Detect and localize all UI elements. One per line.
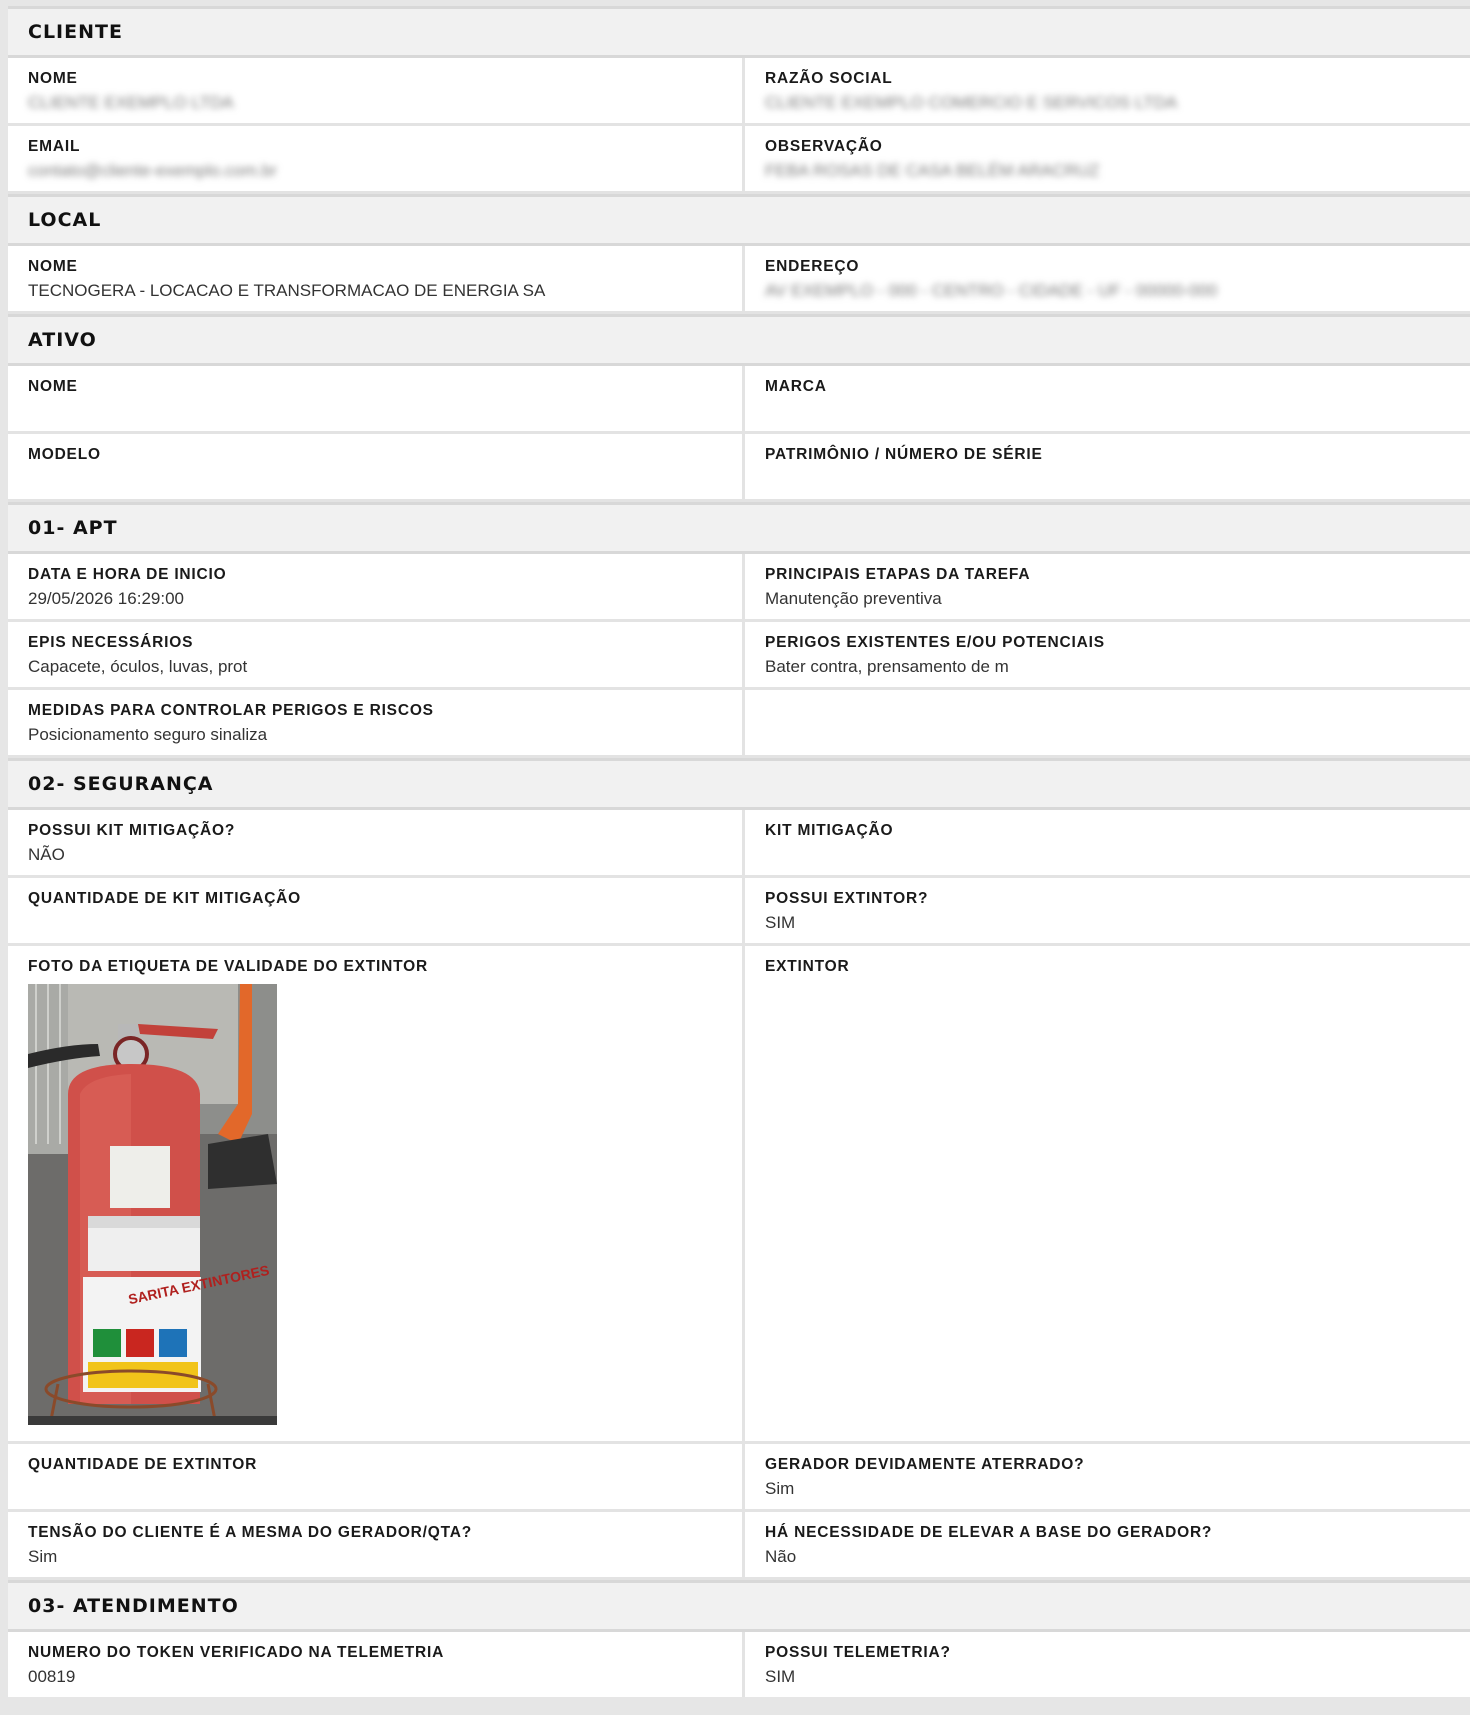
field-label: TENSÃO DO CLIENTE É A MESMA DO GERADOR/Q… <box>28 1524 473 1541</box>
section-atendimento-title: 03- ATENDIMENTO <box>8 1580 1470 1632</box>
seguranca-kit-field: KIT MITIGAÇÃO <box>745 810 1470 875</box>
seguranca-row-4: QUANTIDADE DE EXTINTOR GERADOR DEVIDAMEN… <box>8 1444 1470 1512</box>
field-label: OBSERVAÇÃO <box>765 138 883 155</box>
field-label: EPIS NECESSÁRIOS <box>28 634 194 651</box>
local-row-1: NOME TECNOGERA - LOCACAO E TRANSFORMACAO… <box>8 246 1470 314</box>
field-value: NÃO <box>28 845 65 864</box>
field-label: PATRIMÔNIO / NÚMERO DE SÉRIE <box>765 446 1043 463</box>
field-value: 29/05/2026 16:29:00 <box>28 589 184 608</box>
apt-medidas-field: MEDIDAS PARA CONTROLAR PERIGOS E RISCOS … <box>8 690 745 755</box>
field-label: QUANTIDADE DE KIT MITIGAÇÃO <box>28 890 302 907</box>
field-label: GERADOR DEVIDAMENTE ATERRADO? <box>765 1456 1085 1473</box>
field-label: HÁ NECESSIDADE DE ELEVAR A BASE DO GERAD… <box>765 1524 1213 1541</box>
section-apt-title: 01- APT <box>8 502 1470 554</box>
field-value-redacted: AV EXEMPLO - 000 - CENTRO - CIDADE - UF … <box>765 281 1218 300</box>
atendimento-row-1: NUMERO DO TOKEN VERIFICADO NA TELEMETRIA… <box>8 1632 1470 1697</box>
ativo-patrimonio-field: PATRIMÔNIO / NÚMERO DE SÉRIE <box>745 434 1470 499</box>
field-value-redacted: contato@cliente-exemplo.com.br <box>28 161 277 180</box>
ativo-row-1: NOME MARCA <box>8 366 1470 434</box>
seguranca-foto-field: FOTO DA ETIQUETA DE VALIDADE DO EXTINTOR <box>8 946 745 1441</box>
seguranca-possui-extintor-field: POSSUI EXTINTOR? SIM <box>745 878 1470 943</box>
field-label: MEDIDAS PARA CONTROLAR PERIGOS E RISCOS <box>28 702 434 719</box>
section-cliente-title: CLIENTE <box>8 6 1470 58</box>
field-label: ENDEREÇO <box>765 258 860 275</box>
cliente-razao-field: RAZÃO SOCIAL CLIENTE EXEMPLO COMERCIO E … <box>745 58 1470 123</box>
atendimento-token-field: NUMERO DO TOKEN VERIFICADO NA TELEMETRIA… <box>8 1632 745 1697</box>
seguranca-aterrado-field: GERADOR DEVIDAMENTE ATERRADO? Sim <box>745 1444 1470 1509</box>
field-label: NOME <box>28 258 78 275</box>
field-value: SIM <box>765 1667 796 1686</box>
field-label: RAZÃO SOCIAL <box>765 70 893 87</box>
field-label: POSSUI EXTINTOR? <box>765 890 929 907</box>
field-value: Sim <box>28 1547 58 1566</box>
field-label: PRINCIPAIS ETAPAS DA TAREFA <box>765 566 1031 583</box>
field-label: MODELO <box>28 446 101 463</box>
seguranca-row-2: QUANTIDADE DE KIT MITIGAÇÃO POSSUI EXTIN… <box>8 878 1470 946</box>
cliente-row-2: EMAIL contato@cliente-exemplo.com.br OBS… <box>8 126 1470 194</box>
field-label: NOME <box>28 70 78 87</box>
field-value: TECNOGERA - LOCACAO E TRANSFORMACAO DE E… <box>28 281 546 300</box>
apt-perigos-field: PERIGOS EXISTENTES E/OU POTENCIAIS Bater… <box>745 622 1470 687</box>
field-value-redacted: CLIENTE EXEMPLO COMERCIO E SERVICOS LTDA <box>765 93 1178 112</box>
field-value: 00819 <box>28 1667 76 1686</box>
field-label: EMAIL <box>28 138 81 155</box>
seguranca-qtd-extintor-field: QUANTIDADE DE EXTINTOR <box>8 1444 745 1509</box>
apt-etapas-field: PRINCIPAIS ETAPAS DA TAREFA Manutenção p… <box>745 554 1470 619</box>
cliente-nome-field: NOME CLIENTE EXEMPLO LTDA <box>8 58 745 123</box>
local-endereco-field: ENDEREÇO AV EXEMPLO - 000 - CENTRO - CID… <box>745 246 1470 311</box>
section-local-title: LOCAL <box>8 194 1470 246</box>
apt-epis-field: EPIS NECESSÁRIOS Capacete, óculos, luvas… <box>8 622 745 687</box>
field-value: Bater contra, prensamento de m <box>765 657 1009 676</box>
report-sheet: CLIENTE NOME CLIENTE EXEMPLO LTDA RAZÃO … <box>8 6 1470 1697</box>
ativo-row-2: MODELO PATRIMÔNIO / NÚMERO DE SÉRIE <box>8 434 1470 502</box>
seguranca-row-1: POSSUI KIT MITIGAÇÃO? NÃO KIT MITIGAÇÃO <box>8 810 1470 878</box>
seguranca-row-5: TENSÃO DO CLIENTE É A MESMA DO GERADOR/Q… <box>8 1512 1470 1580</box>
field-label: EXTINTOR <box>765 958 850 975</box>
ativo-nome-field: NOME <box>8 366 745 431</box>
seguranca-qtd-kit-field: QUANTIDADE DE KIT MITIGAÇÃO <box>8 878 745 943</box>
field-label: NUMERO DO TOKEN VERIFICADO NA TELEMETRIA <box>28 1644 445 1661</box>
field-label: POSSUI KIT MITIGAÇÃO? <box>28 822 236 839</box>
field-value: Posicionamento seguro sinaliza <box>28 725 268 744</box>
cliente-email-field: EMAIL contato@cliente-exemplo.com.br <box>8 126 745 191</box>
apt-row-1: DATA E HORA DE INICIO 29/05/2026 16:29:0… <box>8 554 1470 622</box>
seguranca-extintor-field: EXTINTOR <box>745 946 1470 1441</box>
local-nome-field: NOME TECNOGERA - LOCACAO E TRANSFORMACAO… <box>8 246 745 311</box>
field-label: PERIGOS EXISTENTES E/OU POTENCIAIS <box>765 634 1105 651</box>
section-ativo-title: ATIVO <box>8 314 1470 366</box>
atendimento-telemetria-field: POSSUI TELEMETRIA? SIM <box>745 1632 1470 1697</box>
field-value-redacted: CLIENTE EXEMPLO LTDA <box>28 93 234 112</box>
seguranca-possui-kit-field: POSSUI KIT MITIGAÇÃO? NÃO <box>8 810 745 875</box>
field-value: Capacete, óculos, luvas, prot <box>28 657 248 676</box>
field-label: NOME <box>28 378 78 395</box>
cliente-row-1: NOME CLIENTE EXEMPLO LTDA RAZÃO SOCIAL C… <box>8 58 1470 126</box>
field-value: SIM <box>765 913 796 932</box>
cliente-observacao-field: OBSERVAÇÃO FEBA ROSAS DE CASA BELÉM ARAC… <box>745 126 1470 191</box>
field-label: MARCA <box>765 378 827 395</box>
field-label: KIT MITIGAÇÃO <box>765 822 894 839</box>
seguranca-elevar-base-field: HÁ NECESSIDADE DE ELEVAR A BASE DO GERAD… <box>745 1512 1470 1577</box>
ativo-marca-field: MARCA <box>745 366 1470 431</box>
seguranca-row-3: FOTO DA ETIQUETA DE VALIDADE DO EXTINTOR <box>8 946 1470 1444</box>
field-value: Não <box>765 1547 797 1566</box>
field-label: POSSUI TELEMETRIA? <box>765 1644 951 1661</box>
field-value-redacted: FEBA ROSAS DE CASA BELÉM ARACRUZ <box>765 161 1100 180</box>
apt-empty-field <box>745 690 1470 755</box>
field-label: DATA E HORA DE INICIO <box>28 566 227 583</box>
section-seguranca-title: 02- SEGURANÇA <box>8 758 1470 810</box>
ativo-modelo-field: MODELO <box>8 434 745 499</box>
apt-data-field: DATA E HORA DE INICIO 29/05/2026 16:29:0… <box>8 554 745 619</box>
field-label: QUANTIDADE DE EXTINTOR <box>28 1456 258 1473</box>
fire-extinguisher-photo[interactable]: SARITA EXTINTORES <box>28 984 277 1425</box>
seguranca-tensao-field: TENSÃO DO CLIENTE É A MESMA DO GERADOR/Q… <box>8 1512 745 1577</box>
apt-row-2: EPIS NECESSÁRIOS Capacete, óculos, luvas… <box>8 622 1470 690</box>
apt-row-3: MEDIDAS PARA CONTROLAR PERIGOS E RISCOS … <box>8 690 1470 758</box>
field-value: Manutenção preventiva <box>765 589 942 608</box>
field-label: FOTO DA ETIQUETA DE VALIDADE DO EXTINTOR <box>28 958 428 975</box>
field-value: Sim <box>765 1479 795 1498</box>
